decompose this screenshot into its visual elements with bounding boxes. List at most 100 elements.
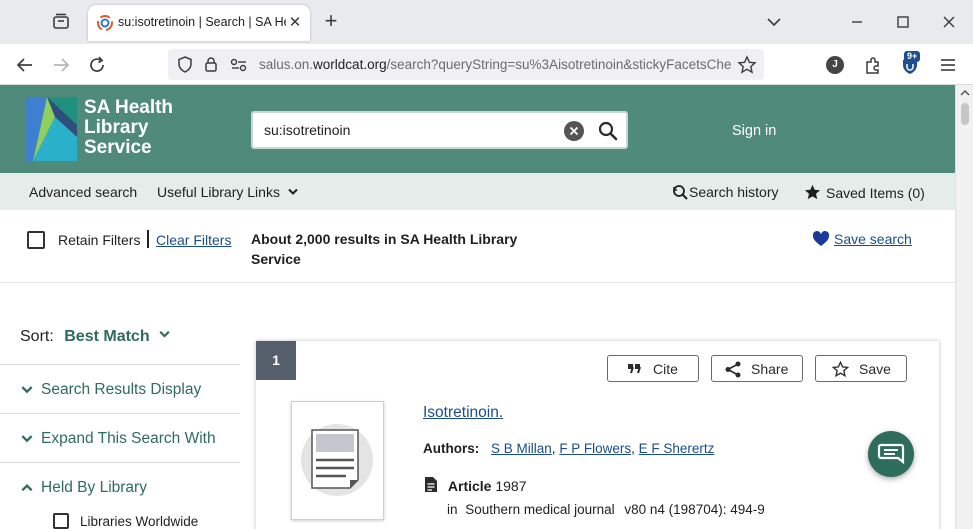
- sa-health-logo-icon[interactable]: [25, 97, 77, 161]
- author-link[interactable]: S B Millan: [491, 441, 552, 456]
- tab-title: su:isotretinoin | Search | SA Health Lib…: [118, 15, 286, 29]
- sort-label: Sort:: [20, 328, 54, 345]
- authors-line: Authors: S B Millan, F P Flowers, E F Sh…: [423, 441, 714, 456]
- useful-library-links-menu[interactable]: Useful Library Links: [157, 184, 299, 200]
- share-button[interactable]: Share: [711, 355, 803, 382]
- libraries-worldwide-checkbox[interactable]: [53, 513, 69, 529]
- source-detail: v80 n4 (198704): 494-9: [624, 502, 765, 517]
- bookmark-star-icon[interactable]: [737, 55, 757, 78]
- scrollbar-thumb[interactable]: [961, 103, 969, 125]
- logo-text: SA Health Library Service: [84, 98, 173, 158]
- lock-icon[interactable]: [203, 55, 219, 77]
- clear-search-icon[interactable]: [564, 121, 584, 141]
- author-separator: ,: [631, 441, 639, 456]
- format-line: Article 1987: [424, 476, 527, 494]
- star-outline-icon: [832, 361, 849, 377]
- search-results-display-section[interactable]: Search Results Display: [0, 364, 240, 413]
- source-in-label: in: [447, 502, 458, 517]
- new-tab-button[interactable]: +: [320, 10, 342, 33]
- result-number: 1: [256, 341, 296, 380]
- result-card: 1 Cite Share Save Isotretinoin. Authors:…: [256, 341, 939, 529]
- save-search-label: Save search: [834, 231, 912, 247]
- search-input[interactable]: [264, 122, 554, 138]
- search-icon[interactable]: [597, 120, 619, 142]
- cite-button[interactable]: Cite: [607, 355, 699, 382]
- search-box: [251, 111, 628, 149]
- source-journal: Southern medical journal: [465, 502, 615, 517]
- search-history-label: Search history: [689, 184, 779, 200]
- advanced-search-link[interactable]: Advanced search: [29, 184, 137, 200]
- address-bar[interactable]: salus.on.worldcat.org/search?queryString…: [168, 49, 764, 80]
- source-line: in Southern medical journal v80 n4 (1987…: [447, 502, 765, 517]
- libraries-worldwide-label: Libraries Worldwide: [80, 514, 199, 529]
- cite-label: Cite: [653, 361, 678, 377]
- page-scrollbar[interactable]: [955, 85, 973, 529]
- section-label: Held By Library: [41, 479, 147, 496]
- result-title-link[interactable]: Isotretinoin.: [423, 404, 503, 422]
- chevron-down-icon: [159, 331, 170, 338]
- hamburger-menu-icon[interactable]: [937, 54, 959, 76]
- clear-filters-link[interactable]: Clear Filters: [156, 232, 231, 248]
- section-label: Expand This Search With: [41, 430, 216, 447]
- site-header: SA Health Library Service Sign in: [0, 85, 955, 173]
- publication-year: 1987: [495, 478, 527, 494]
- forward-arrow-icon[interactable]: [50, 54, 72, 76]
- scroll-up-arrow-icon[interactable]: [959, 87, 971, 99]
- author-link[interactable]: F P Flowers: [559, 441, 631, 456]
- browser-nav-bar: salus.on.worldcat.org/search?queryString…: [0, 44, 973, 85]
- minimize-icon[interactable]: [847, 12, 867, 32]
- expand-search-section[interactable]: Expand This Search With: [0, 413, 240, 462]
- share-icon: [725, 361, 741, 378]
- url-path: /search?queryString=su%3Aisotretinoin&st…: [386, 57, 731, 72]
- author-link[interactable]: E F Sherertz: [639, 441, 715, 456]
- heart-icon: [812, 231, 830, 246]
- saved-items-link[interactable]: Saved Items (0): [804, 184, 925, 201]
- saved-items-label: Saved Items (0): [826, 185, 925, 201]
- extensions-puzzle-icon[interactable]: [862, 54, 884, 76]
- url-text[interactable]: salus.on.worldcat.org/search?queryString…: [259, 57, 731, 72]
- site-permissions-icon[interactable]: [229, 56, 249, 77]
- chevron-down-icon: [288, 188, 298, 195]
- article-thumbnail[interactable]: [291, 401, 384, 520]
- web-page: SA Health Library Service Sign in Advanc…: [0, 85, 955, 529]
- save-button[interactable]: Save: [815, 355, 907, 382]
- chat-bubble-icon: [877, 443, 905, 465]
- search-history-link[interactable]: Search history: [672, 184, 778, 200]
- section-label: Search Results Display: [41, 381, 202, 398]
- tracking-shield-icon[interactable]: [176, 55, 194, 77]
- logo-line-2: Library: [84, 117, 149, 138]
- share-label: Share: [751, 361, 789, 377]
- back-arrow-icon[interactable]: [14, 54, 36, 76]
- filter-bar: Retain Filters Clear Filters About 2,000…: [0, 210, 955, 283]
- maximize-icon[interactable]: [893, 12, 913, 32]
- close-window-icon[interactable]: [939, 12, 959, 32]
- tab-overflow-chevron-icon[interactable]: [764, 12, 784, 32]
- document-placeholder-icon: [301, 424, 373, 496]
- secondary-nav: Advanced search Useful Library Links Sea…: [0, 173, 955, 210]
- article-document-icon: [425, 477, 437, 492]
- authors-label: Authors:: [423, 441, 480, 456]
- chevron-up-icon: [21, 484, 33, 492]
- worldcat-favicon-icon: [96, 14, 114, 32]
- retain-filters-checkbox[interactable]: [27, 231, 45, 249]
- save-label: Save: [859, 361, 891, 377]
- chat-button[interactable]: [868, 431, 914, 477]
- chevron-down-icon: [21, 435, 33, 443]
- save-search-link[interactable]: Save search: [812, 231, 912, 247]
- results-count: About 2,000 results in SA Health Library…: [251, 231, 518, 267]
- tab-close-icon[interactable]: ✕: [286, 14, 304, 32]
- sign-in-link[interactable]: Sign in: [732, 123, 776, 139]
- held-by-library-section[interactable]: Held By Library: [0, 462, 240, 511]
- tab-list-icon[interactable]: [48, 10, 74, 34]
- account-avatar-icon[interactable]: J: [826, 56, 844, 74]
- extension-count-badge: 9+: [904, 51, 921, 62]
- sort-control[interactable]: Sort: Best Match: [20, 328, 171, 346]
- reload-icon[interactable]: [86, 54, 108, 76]
- url-host-prefix: salus.on.: [259, 57, 314, 72]
- browser-tab-active[interactable]: su:isotretinoin | Search | SA Health Lib…: [88, 5, 310, 41]
- divider: [147, 230, 149, 248]
- history-search-icon: [673, 185, 688, 200]
- useful-library-links-label: Useful Library Links: [157, 184, 280, 200]
- format-type: Article: [447, 478, 492, 494]
- browser-tab-bar: su:isotretinoin | Search | SA Health Lib…: [0, 0, 973, 44]
